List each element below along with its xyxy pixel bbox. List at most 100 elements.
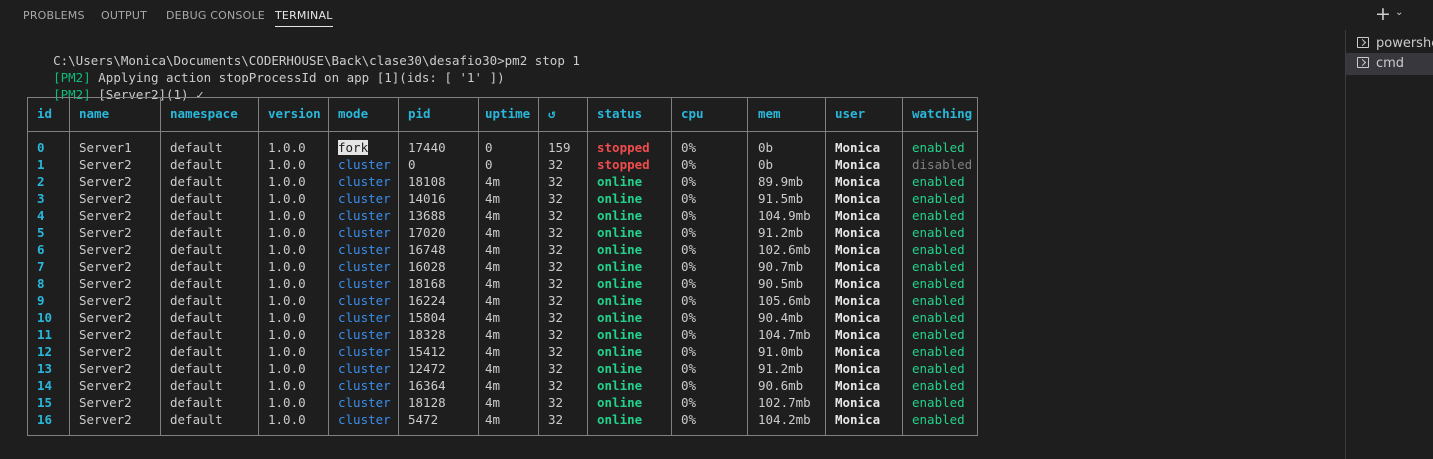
cell-id: 2 bbox=[37, 174, 45, 189]
cell-uptime: 4m bbox=[485, 344, 501, 359]
cell-version: 1.0.0 bbox=[268, 344, 306, 359]
cell-id: 16 bbox=[37, 412, 53, 427]
cell-mem: 104.9mb bbox=[758, 208, 811, 223]
cell-status: stopped bbox=[597, 157, 650, 172]
cell-mem: 102.7mb bbox=[758, 395, 811, 410]
cell-version: 1.0.0 bbox=[268, 242, 306, 257]
cell-mode: cluster bbox=[338, 293, 391, 308]
cell-namespace: default bbox=[170, 395, 223, 410]
cell-name: Server2 bbox=[79, 412, 132, 427]
column-header-namespace: namespace bbox=[170, 106, 238, 121]
cell-watching: enabled bbox=[912, 208, 965, 223]
cell-user: Monica bbox=[835, 361, 881, 376]
plus-icon[interactable]: + bbox=[1375, 4, 1391, 24]
cell-mem: 0b bbox=[758, 140, 774, 155]
cell-cpu: 0% bbox=[681, 412, 697, 427]
cell-mode: cluster bbox=[338, 157, 391, 172]
cell-user: Monica bbox=[835, 225, 881, 240]
cell-user: Monica bbox=[835, 327, 881, 342]
cell-name: Server2 bbox=[79, 276, 132, 291]
column-header-id: id bbox=[37, 106, 53, 121]
cell-namespace: default bbox=[170, 293, 223, 308]
cell-status: online bbox=[597, 259, 643, 274]
cell-namespace: default bbox=[170, 361, 223, 376]
cell-name: Server2 bbox=[79, 242, 132, 257]
cell-version: 1.0.0 bbox=[268, 225, 306, 240]
column-header-watching: watching bbox=[912, 106, 973, 121]
cell-watching: disabled bbox=[912, 157, 973, 172]
cell-pid: 0 bbox=[408, 157, 416, 172]
table-column-divider bbox=[902, 98, 903, 435]
cell-namespace: default bbox=[170, 191, 223, 206]
cell-status: online bbox=[597, 412, 643, 427]
cell-id: 5 bbox=[37, 225, 45, 240]
cell-pid: 14016 bbox=[408, 191, 446, 206]
cell-pid: 16748 bbox=[408, 242, 446, 257]
chevron-down-icon[interactable]: ⌄ bbox=[1395, 7, 1404, 18]
table-column-divider bbox=[671, 98, 672, 435]
pm2-process-table: id name namespace version mode pid uptime ↺ stat… bbox=[27, 97, 978, 436]
terminal-list-label: cmd bbox=[1376, 56, 1405, 71]
terminal-output[interactable]: C:\Users\Monica\Documents\CODERHOUSE\Bac… bbox=[0, 30, 1345, 459]
tab-terminal[interactable]: TERMINAL bbox=[275, 9, 333, 27]
cell-user: Monica bbox=[835, 208, 881, 223]
table-header-divider bbox=[28, 131, 977, 132]
cell-status: online bbox=[597, 174, 643, 189]
cell-user: Monica bbox=[835, 140, 881, 155]
cell-watching: enabled bbox=[912, 242, 965, 257]
cell-id: 14 bbox=[37, 378, 53, 393]
cell-mem: 90.5mb bbox=[758, 276, 804, 291]
cell-pid: 15804 bbox=[408, 310, 446, 325]
cell-namespace: default bbox=[170, 310, 223, 325]
cell-cpu: 0% bbox=[681, 293, 697, 308]
cell-id: 9 bbox=[37, 293, 45, 308]
cell-uptime: 4m bbox=[485, 293, 501, 308]
cell-name: Server2 bbox=[79, 259, 132, 274]
cell-name: Server2 bbox=[79, 395, 132, 410]
tab-output[interactable]: OUTPUT bbox=[101, 9, 147, 22]
cell-status: online bbox=[597, 361, 643, 376]
cell-watching: enabled bbox=[912, 327, 965, 342]
cell-restarts: 32 bbox=[548, 225, 564, 240]
cell-uptime: 4m bbox=[485, 310, 501, 325]
cell-mode: cluster bbox=[338, 191, 391, 206]
cell-uptime: 0 bbox=[485, 157, 493, 172]
cell-namespace: default bbox=[170, 344, 223, 359]
cell-uptime: 4m bbox=[485, 276, 501, 291]
cell-status: online bbox=[597, 208, 643, 223]
cell-watching: enabled bbox=[912, 412, 965, 427]
column-header-name: name bbox=[79, 106, 110, 121]
cell-version: 1.0.0 bbox=[268, 361, 306, 376]
cell-version: 1.0.0 bbox=[268, 310, 306, 325]
terminal-list-label: powershell bbox=[1376, 36, 1433, 51]
cell-uptime: 4m bbox=[485, 208, 501, 223]
cell-restarts: 32 bbox=[548, 293, 564, 308]
cell-name: Server2 bbox=[79, 174, 132, 189]
column-header-pid: pid bbox=[408, 106, 431, 121]
cell-status: online bbox=[597, 395, 643, 410]
column-header-user: user bbox=[835, 106, 866, 121]
cell-restarts: 32 bbox=[548, 242, 564, 257]
column-header-cpu: cpu bbox=[681, 106, 704, 121]
terminal-list-item-powershell[interactable]: powershell bbox=[1346, 33, 1433, 55]
cell-mode: cluster bbox=[338, 225, 391, 240]
tab-debug-console[interactable]: DEBUG CONSOLE bbox=[166, 9, 265, 22]
cell-uptime: 4m bbox=[485, 361, 501, 376]
cell-mem: 90.7mb bbox=[758, 259, 804, 274]
cell-uptime: 4m bbox=[485, 242, 501, 257]
cell-mode: cluster bbox=[338, 276, 391, 291]
cell-version: 1.0.0 bbox=[268, 327, 306, 342]
cell-mode: cluster bbox=[338, 395, 391, 410]
terminal-list-item-cmd[interactable]: cmd bbox=[1346, 53, 1433, 75]
cell-restarts: 32 bbox=[548, 395, 564, 410]
cell-mem: 91.5mb bbox=[758, 191, 804, 206]
cell-cpu: 0% bbox=[681, 259, 697, 274]
table-column-divider bbox=[747, 98, 748, 435]
cell-cpu: 0% bbox=[681, 276, 697, 291]
cmd-icon bbox=[1357, 57, 1369, 68]
cell-namespace: default bbox=[170, 412, 223, 427]
cell-restarts: 32 bbox=[548, 327, 564, 342]
tab-problems[interactable]: PROBLEMS bbox=[23, 9, 85, 22]
cell-status: online bbox=[597, 293, 643, 308]
cell-pid: 16224 bbox=[408, 293, 446, 308]
